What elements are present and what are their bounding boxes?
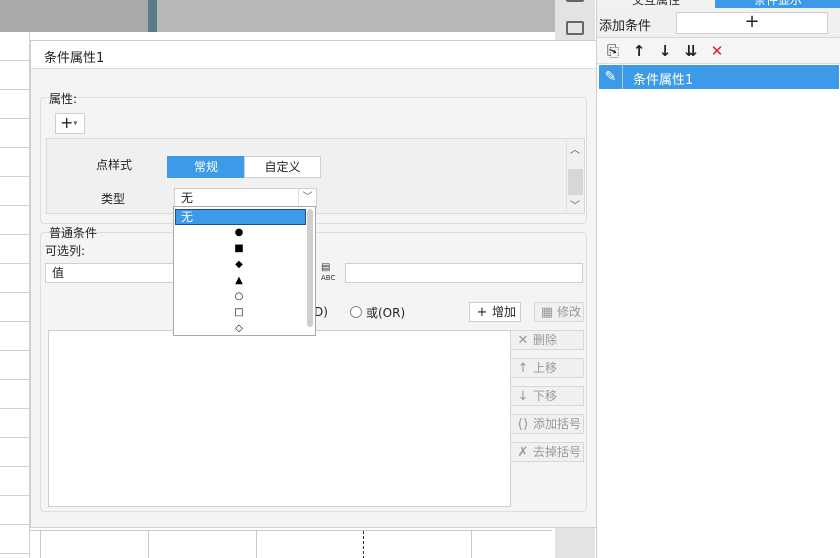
edit-button[interactable]: ▦ 修改	[534, 302, 584, 322]
dropdown-option-none[interactable]: 无	[175, 209, 306, 225]
spreadsheet-header-bar	[0, 0, 555, 32]
remove-bracket-button[interactable]: ✗ 去掉括号	[510, 442, 584, 462]
delete-icon[interactable]: ✕	[707, 42, 727, 60]
plus-icon: +	[476, 305, 488, 320]
type-dropdown-list: 无 ● ■ ◆ ▲ ○ □ ◇	[173, 206, 316, 336]
hollow-square-icon[interactable]: □	[234, 308, 244, 318]
tab-conditional-display[interactable]: 条件显示	[715, 0, 840, 8]
point-style-label: 点样式	[96, 158, 133, 172]
add-condition-label: 添加条件	[599, 19, 652, 34]
add-button-label: 增加	[492, 305, 517, 319]
delete-button-label: 删除	[533, 333, 558, 347]
remove-bracket-label: 去掉括号	[533, 445, 582, 459]
scroll-thumb[interactable]	[568, 169, 583, 195]
move-up-label: 上移	[533, 361, 558, 375]
condition-item-label: 条件属性1	[633, 73, 694, 88]
arrow-down-icon: ↓	[517, 389, 529, 404]
dialog-title: 条件属性1	[44, 51, 105, 66]
caret-down-icon: ▾	[73, 118, 78, 128]
properties-label: 属性:	[49, 92, 78, 106]
type-select-value: 无	[181, 191, 194, 205]
column-select-value: 值	[52, 266, 65, 280]
arrow-up-icon: ↑	[517, 361, 529, 376]
type-select[interactable]: 无 ﹀	[174, 188, 317, 208]
condition-list[interactable]	[48, 330, 511, 507]
add-bracket-label: 添加括号	[533, 417, 582, 431]
delete-button[interactable]: ✕ 删除	[510, 330, 584, 350]
or-radio[interactable]	[350, 306, 362, 318]
type-label: 类型	[101, 192, 126, 206]
close-icon: ✕	[517, 333, 529, 348]
pencil-icon[interactable]: ✎	[599, 65, 623, 89]
circle-icon[interactable]: ●	[234, 228, 244, 238]
add-button[interactable]: + 增加	[469, 302, 521, 322]
property-scrollbar[interactable]: ︿ ﹀	[566, 139, 584, 213]
square-icon[interactable]: ■	[234, 244, 244, 254]
add-condition-row: 添加条件 +	[597, 8, 840, 38]
hollow-diamond-icon[interactable]: ◇	[234, 324, 244, 334]
scroll-down-icon[interactable]: ﹀	[570, 197, 580, 212]
move-up-icon[interactable]: ↑	[629, 42, 649, 60]
spreadsheet-grid-left	[0, 32, 30, 558]
move-up-button[interactable]: ↑ 上移	[510, 358, 584, 378]
hollow-circle-icon[interactable]: ○	[234, 292, 244, 302]
move-bottom-icon[interactable]: ⇊	[681, 42, 701, 60]
panel-tabs: 交互属性 条件显示	[597, 0, 840, 8]
bracket-icon: ()	[517, 417, 529, 432]
scroll-up-icon[interactable]: ︿	[570, 141, 580, 156]
edit-icon: ▦	[540, 305, 554, 320]
tab-interaction-properties[interactable]: 交互属性	[597, 0, 715, 8]
or-label[interactable]: 或(OR)	[366, 304, 405, 321]
normal-conditions-label: 普通条件	[49, 226, 98, 240]
and-label[interactable]: D)	[314, 305, 328, 319]
dialog-title-bar: 条件属性1	[31, 41, 596, 69]
diamond-icon[interactable]: ◆	[234, 260, 244, 270]
remove-bracket-icon: ✗	[517, 445, 529, 460]
condition-toolbar: ⎘ ↑ ↓ ⇊ ✕	[597, 38, 840, 64]
plus-icon: +	[60, 113, 74, 132]
style-regular-button[interactable]: 常规	[167, 156, 245, 178]
spreadsheet-grid-bottom	[30, 530, 552, 558]
copy-icon[interactable]: ⎘	[603, 42, 623, 60]
right-panel: 交互属性 条件显示 添加条件 + ⎘ ↑ ↓ ⇊ ✕ ✎ 条件属性1	[596, 0, 840, 558]
add-bracket-button[interactable]: () 添加括号	[510, 414, 584, 434]
move-down-icon[interactable]: ↓	[655, 42, 675, 60]
optional-columns-label: 可选列:	[45, 244, 86, 258]
condition-list-item[interactable]: ✎ 条件属性1	[599, 65, 839, 89]
edit-button-label: 修改	[557, 305, 582, 319]
move-down-label: 下移	[533, 389, 558, 403]
move-down-button[interactable]: ↓ 下移	[510, 386, 584, 406]
dropdown-scrollbar[interactable]	[307, 209, 313, 327]
triangle-icon[interactable]: ▲	[234, 276, 244, 286]
add-property-button[interactable]: +▾	[55, 113, 85, 134]
style-custom-button[interactable]: 自定义	[244, 156, 321, 178]
layout-icon[interactable]	[566, 21, 584, 35]
formula-icon[interactable]: ▤ ABC	[321, 263, 343, 283]
chevron-down-icon[interactable]: ﹀	[298, 189, 316, 207]
panel-icon[interactable]	[566, 0, 584, 2]
add-condition-button[interactable]: +	[676, 12, 828, 34]
condition-value-input[interactable]	[345, 263, 583, 283]
